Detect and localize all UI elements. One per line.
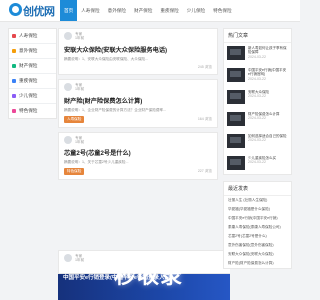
hot-article-date: 2024-03-22 (248, 94, 266, 99)
latest-post-link[interactable]: 财产险(财产险保费怎么计算) (224, 259, 291, 268)
panel-title: 热门文章 (224, 29, 291, 43)
hot-article-item[interactable]: 安联大众保险 2024-03-22 (224, 87, 291, 109)
hot-article-item[interactable]: 新人寿如何让孩子享有保险保障 2024-03-22 (224, 43, 291, 65)
sidebar-item-label: 少儿保险 (19, 93, 38, 98)
logo-icon (9, 3, 22, 16)
avatar (64, 136, 72, 145)
nav-life[interactable]: 人寿保险 (77, 0, 103, 21)
thumbnail (227, 46, 245, 60)
avatar (64, 32, 72, 41)
nav-accident[interactable]: 意外保险 (104, 0, 130, 21)
category-icon (12, 34, 16, 38)
post-time: 1年前 (75, 140, 85, 145)
post-title[interactable]: 安联大众保险(安联大众保险服务电话) (64, 45, 212, 54)
hot-article-date: 2024-03-22 (248, 76, 266, 81)
category-icon (12, 49, 16, 53)
latest-post-link[interactable]: 中国平安e行销(中国平安e行销) (224, 214, 291, 223)
post-time: 1年前 (75, 258, 85, 263)
thumbnail (227, 90, 245, 104)
nav-children[interactable]: 少儿保险 (183, 0, 209, 21)
hot-article-item[interactable]: 财产险保费怎么计算 2024-03-22 (224, 109, 291, 131)
post-card: 专家 1年前 财产险(财产险保费怎么计算) 摘要说明：1、企业财产险保费的计算方法… (58, 78, 218, 128)
hot-article-item[interactable]: 少儿重疾险怎么买 2024-03-22 (224, 153, 291, 174)
thumbnail (227, 68, 245, 82)
avatar (64, 83, 72, 92)
post-stats: 227 浏览 (197, 169, 212, 174)
nav-home[interactable]: 首页 (60, 0, 78, 21)
sidebar-item-accident[interactable]: 意外保险 (9, 44, 56, 59)
hot-articles-panel: 热门文章 新人寿如何让孩子享有保险保障 2024-03-22 中国平安e行销(中国… (223, 28, 292, 175)
nav-special[interactable]: 特色保险 (209, 0, 235, 21)
hot-article-title: 新人寿如何让孩子享有保险保障 (248, 46, 287, 55)
hot-article-date: 2024-03-22 (248, 138, 266, 143)
thumbnail (227, 134, 245, 148)
category-icon (12, 94, 16, 98)
post-excerpt: 摘要说明：1、关于芯童2号少儿重疾险... (64, 160, 129, 165)
ad-banner[interactable]: 专家 1年前 中国平安e行销登录(中国平安e行销登录入口) 秒收录 (58, 250, 230, 300)
sidebar-item-property[interactable]: 财产保险 (9, 59, 56, 74)
post-time: 1年前 (75, 36, 85, 41)
hot-article-item[interactable]: 中国平安e行销(中国平安e行销官网) 2024-03-22 (224, 65, 291, 87)
sidebar-item-label: 人寿保险 (19, 33, 38, 38)
ad-text: 秒收录 (114, 264, 184, 289)
sidebar-item-children[interactable]: 少儿保险 (9, 89, 56, 104)
latest-post-link[interactable]: 意外伤害保险(意外伤害保险) (224, 241, 291, 250)
sidebar-item-label: 财产保险 (19, 63, 38, 68)
right-column: 热门文章 新人寿如何让孩子享有保险保障 2024-03-22 中国平安e行销(中国… (223, 28, 292, 275)
site-logo[interactable]: 创优网 (9, 2, 55, 19)
logo-text: 创优网 (23, 5, 55, 18)
sidebar-item-special[interactable]: 特色保险 (9, 104, 56, 118)
latest-post-link[interactable]: 壮丽人生 (壮丽人生保险) (224, 196, 291, 205)
sidebar-item-label: 意外保险 (19, 48, 38, 53)
sidebar-item-critical[interactable]: 重疾保险 (9, 74, 56, 89)
hot-article-date: 2024-03-22 (248, 160, 266, 165)
latest-post-link[interactable]: 安联大众保险(安联大众保险) (224, 250, 291, 259)
post-excerpt: 摘要说明：1、企业财产险保费的计算方法？企业财产保险费率... (64, 107, 167, 112)
post-list: 专家 1年前 安联大众保险(安联大众保险服务电话) 摘要说明：1、安联大众保险由安… (58, 28, 218, 184)
latest-posts-panel: 最近发表 壮丽人生 (壮丽人生保险) 华夏福(华夏福是什么保险) 中国平安e行销… (223, 181, 292, 269)
sidebar-item-label: 重疾保险 (19, 78, 38, 83)
sidebar-item-life[interactable]: 人寿保险 (9, 29, 56, 44)
main-nav: 首页 人寿保险 意外保险 财产保险 重疾保险 少儿保险 特色保险 (60, 0, 236, 21)
nav-critical[interactable]: 重疾保险 (156, 0, 182, 21)
category-sidebar: 人寿保险 意外保险 财产保险 重疾保险 少儿保险 特色保险 (8, 28, 57, 119)
panel-title: 最近发表 (224, 182, 291, 196)
post-tag[interactable]: 人寿保险 (64, 115, 85, 123)
post-title[interactable]: 芯童2号(芯童2号是什么) (64, 148, 212, 157)
hot-article-date: 2024-03-22 (248, 54, 266, 59)
latest-post-link[interactable]: 芯童2号(芯童2号是什么) (224, 232, 291, 241)
category-icon (12, 79, 16, 83)
hot-article-date: 2024-03-22 (248, 116, 266, 121)
post-card: 专家 1年前 安联大众保险(安联大众保险服务电话) 摘要说明：1、安联大众保险由安… (58, 28, 218, 75)
top-header: 创优网 首页 人寿保险 意外保险 财产保险 重疾保险 少儿保险 特色保险 (0, 0, 300, 22)
post-tag[interactable]: 特色保险 (64, 168, 85, 176)
category-icon (12, 109, 16, 113)
latest-post-link[interactable]: 泰康人寿保险(泰康人寿保险公司) (224, 223, 291, 232)
hot-article-item[interactable]: 如何选择适合自己的保险 2024-03-22 (224, 131, 291, 153)
post-time: 1年前 (75, 87, 85, 92)
category-icon (12, 64, 16, 68)
sidebar-item-label: 特色保险 (19, 108, 38, 113)
avatar (64, 254, 72, 263)
post-card: 专家 1年前 芯童2号(芯童2号是什么) 摘要说明：1、关于芯童2号少儿重疾险..… (58, 131, 218, 181)
hot-article-title: 中国平安e行销(中国平安e行销官网) (248, 68, 287, 77)
post-title[interactable]: 财产险(财产险保费怎么计算) (64, 96, 212, 105)
latest-post-link[interactable]: 华夏福(华夏福是什么保险) (224, 205, 291, 214)
nav-property[interactable]: 财产保险 (130, 0, 156, 21)
thumbnail (227, 156, 245, 170)
post-stats: 164 浏览 (197, 116, 212, 121)
post-excerpt: 摘要说明：1、安联大众保险由安联保险、大众保险... (64, 56, 149, 61)
thumbnail (227, 112, 245, 126)
post-stats: 245 浏览 (197, 64, 212, 69)
